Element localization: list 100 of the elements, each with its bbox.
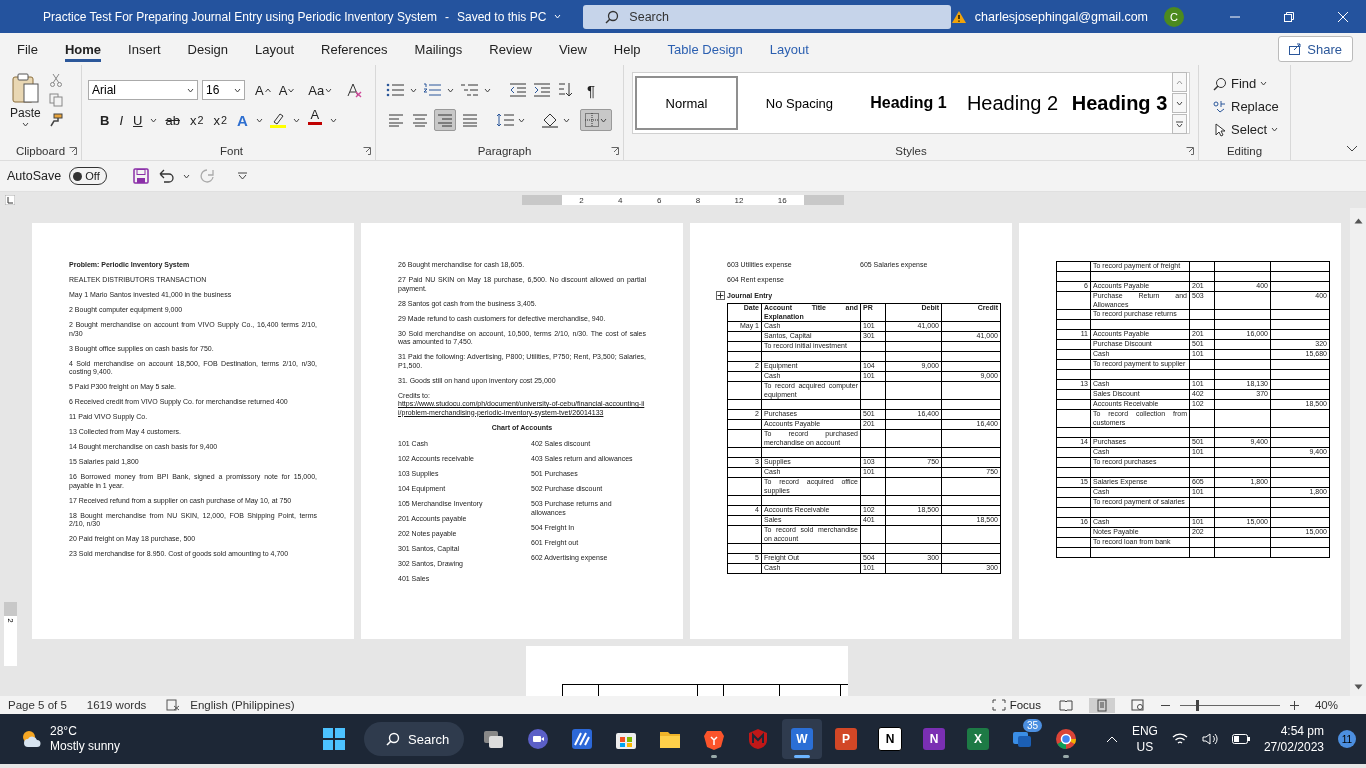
dialog-launcher-icon[interactable] [1186,147,1194,155]
avatar[interactable]: C [1164,6,1184,27]
vertical-scrollbar[interactable] [1350,208,1366,696]
dialog-launcher-icon[interactable] [69,147,77,155]
taskbar-search[interactable]: Search [364,722,464,756]
proofing-icon[interactable] [166,699,181,711]
caret-icon[interactable] [518,117,525,123]
bullets-icon[interactable] [386,83,404,97]
save-icon[interactable] [132,168,149,184]
style-option[interactable]: Heading 1 [860,76,956,130]
customize-icon[interactable] [237,172,247,180]
battery-icon[interactable] [1231,734,1250,744]
ribbon-tab[interactable]: View [558,33,587,65]
ribbon-tab[interactable]: Layout [769,33,809,65]
ribbon-tab[interactable]: References [321,33,388,65]
notification-count[interactable]: 11 [1338,730,1356,748]
cut-icon[interactable] [48,73,63,87]
font-color-button[interactable]: A [305,109,324,131]
wifi-icon[interactable] [1171,733,1188,745]
caret-icon[interactable] [563,117,570,123]
taskbar-app[interactable]: W [782,719,822,759]
format-painter-icon[interactable] [48,113,63,127]
caret-icon[interactable] [292,117,300,123]
font-name-field[interactable]: Arial [88,80,198,100]
style-option[interactable]: Heading 2 [960,76,1065,130]
account-email[interactable]: charlesjosephingal@gmail.com [974,9,1148,24]
slider-thumb[interactable] [1195,699,1199,711]
caret-icon[interactable] [234,87,241,93]
find-button[interactable]: Find [1211,73,1290,94]
caret-icon[interactable] [325,87,333,93]
format-button[interactable]: B [98,109,112,131]
font-size-field[interactable]: 16 [202,80,245,100]
ribbon-tab[interactable]: Design [187,33,229,65]
taskbar-app[interactable]: N [914,719,954,759]
caret-icon[interactable] [21,122,29,127]
taskbar-app[interactable]: P [826,719,866,759]
zoom-in-icon[interactable] [1289,700,1299,710]
collapse-ribbon-icon[interactable] [1346,145,1358,152]
up-arrow-icon[interactable] [1353,218,1363,224]
grow-font-button[interactable]: A [253,79,273,101]
text-effects-button[interactable]: A [234,109,250,131]
caret-icon[interactable] [1271,127,1279,132]
show-formatting-button[interactable]: ¶ [585,79,598,101]
ribbon-tab[interactable]: Table Design [667,33,743,65]
down-arrow-icon[interactable] [1353,684,1363,690]
format-button[interactable]: U [131,109,145,131]
ribbon-tab[interactable]: Mailings [414,33,463,65]
focus-button[interactable]: Focus [989,694,1043,716]
caret-icon[interactable] [255,117,263,123]
ribbon-tab[interactable]: Review [489,33,532,65]
dialog-launcher-icon[interactable] [611,147,619,155]
shrink-font-button[interactable]: A [276,79,297,101]
horizontal-ruler[interactable]: 2 4 6 8 12 16 [522,195,844,205]
chevron-up-icon[interactable] [1105,735,1118,743]
search-field[interactable]: Search [583,4,951,29]
language-label[interactable]: English (Philippines) [190,699,295,711]
word-count[interactable]: 1619 words [86,699,147,711]
view-button[interactable] [1088,697,1115,713]
caret-icon[interactable] [182,173,190,179]
decrease-indent-icon[interactable] [509,83,527,97]
caret-icon[interactable] [410,87,417,93]
dialog-launcher-icon[interactable] [363,147,371,155]
format-button[interactable]: ab [163,109,182,131]
format-button[interactable]: I [117,109,125,131]
shading-icon[interactable] [541,112,559,128]
highlighter-icon[interactable] [268,112,287,128]
replace-button[interactable]: Replace [1211,96,1290,117]
ribbon-tab[interactable]: Home [64,33,102,65]
caret-icon[interactable] [484,87,491,93]
caret-icon[interactable] [329,117,337,123]
line-spacing-icon[interactable] [496,112,514,128]
table-move-icon[interactable] [716,291,725,300]
caret-icon[interactable] [447,87,454,93]
increase-indent-icon[interactable] [533,83,551,97]
caret-icon[interactable] [187,87,194,93]
multilevel-list-icon[interactable] [460,83,478,97]
style-option[interactable]: Normal [635,76,738,130]
caret-icon[interactable] [150,117,158,123]
clear-formatting-icon[interactable] [346,82,363,98]
taskbar-app[interactable]: X [958,719,998,759]
ribbon-tab[interactable]: Layout [255,33,295,65]
sort-icon[interactable] [557,82,573,98]
change-case-button[interactable]: Aa [306,79,335,101]
input-language[interactable]: ENG US [1131,723,1158,755]
style-option[interactable]: No Spacing [742,76,857,130]
save-status[interactable]: Saved to this PC [456,9,547,24]
ribbon-tab[interactable]: Insert [128,33,161,65]
tab-selector-icon[interactable] [5,195,15,205]
share-button[interactable]: Share [1278,36,1353,62]
ribbon-tab[interactable]: Help [613,33,641,65]
zoom-level[interactable]: 40% [1314,699,1338,711]
caret-icon[interactable] [600,117,607,123]
warning-icon[interactable] [950,9,967,24]
caret-icon[interactable] [1260,81,1268,86]
clock[interactable]: 4:54 pm 27/02/2023 [1263,723,1324,755]
taskbar-app[interactable]: N [870,719,910,759]
volume-icon[interactable] [1201,733,1218,745]
style-option[interactable]: Heading 3 [1068,76,1170,130]
select-button[interactable]: Select [1211,119,1290,140]
ribbon-tab[interactable]: File [17,33,38,65]
